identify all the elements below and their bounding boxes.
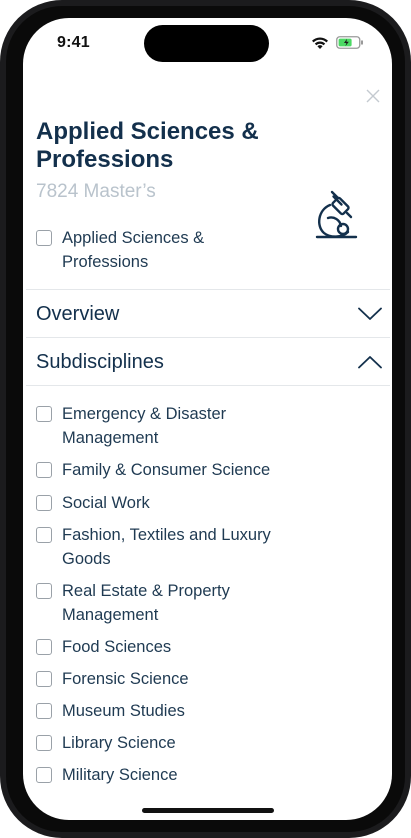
subdiscipline-label: Forensic Science: [62, 670, 189, 688]
subdiscipline-label: Food Sciences: [62, 638, 172, 656]
subdiscipline-item[interactable]: Library Science: [36, 731, 316, 755]
status-bar: 9:41: [23, 18, 392, 70]
divider: [26, 289, 390, 290]
subdisciplines-label: Subdisciplines: [36, 350, 164, 373]
chevron-up-icon: [358, 356, 382, 369]
subdiscipline-item[interactable]: Museum Studies: [36, 699, 316, 723]
screen: 9:41 Applied Sciences & Professions 7824…: [23, 18, 392, 820]
subdiscipline-item[interactable]: Real Estate & Property Management: [36, 579, 316, 627]
page-title: Applied Sciences & Professions: [36, 118, 259, 173]
divider: [26, 337, 390, 338]
divider: [26, 385, 390, 386]
subdiscipline-checkbox[interactable]: [36, 639, 52, 655]
subdiscipline-label: Real Estate & Property Management: [62, 582, 230, 624]
close-icon[interactable]: [365, 88, 381, 104]
microscope-icon: [315, 190, 358, 239]
subdiscipline-label: Museum Studies: [62, 702, 185, 720]
chevron-down-icon: [358, 307, 382, 320]
subdiscipline-label: Fashion, Textiles and Luxury Goods: [62, 526, 271, 568]
overview-toggle[interactable]: Overview: [36, 291, 382, 337]
subdiscipline-item[interactable]: Forensic Science: [36, 667, 316, 691]
subdiscipline-item[interactable]: Emergency & Disaster Management: [36, 402, 316, 450]
subdiscipline-item[interactable]: Social Work: [36, 491, 316, 515]
subdiscipline-label: Military Science: [62, 766, 178, 784]
subdiscipline-checkbox[interactable]: [36, 735, 52, 751]
select-all-row[interactable]: Applied Sciences & Professions: [36, 226, 276, 274]
subdiscipline-checkbox[interactable]: [36, 527, 52, 543]
subdiscipline-label: Emergency & Disaster Management: [62, 405, 227, 447]
subdiscipline-item[interactable]: Family & Consumer Science: [36, 458, 316, 482]
subdiscipline-item[interactable]: Military Science: [36, 763, 316, 787]
dynamic-island: [144, 25, 269, 62]
subdiscipline-label: Family & Consumer Science: [62, 461, 271, 479]
subdiscipline-checkbox[interactable]: [36, 767, 52, 783]
subdiscipline-label: Library Science: [62, 734, 176, 752]
program-count: 7824 Master’s: [36, 181, 156, 202]
select-all-checkbox[interactable]: [36, 230, 52, 246]
subdiscipline-checkbox[interactable]: [36, 583, 52, 599]
subdiscipline-checkbox[interactable]: [36, 495, 52, 511]
subdisciplines-toggle[interactable]: Subdisciplines: [36, 339, 382, 385]
status-time: 9:41: [57, 34, 90, 51]
subdiscipline-checkbox[interactable]: [36, 462, 52, 478]
subdiscipline-checkbox[interactable]: [36, 406, 52, 422]
subdiscipline-checkbox[interactable]: [36, 703, 52, 719]
select-all-label: Applied Sciences & Professions: [62, 229, 205, 271]
overview-label: Overview: [36, 302, 120, 325]
home-indicator[interactable]: [142, 808, 274, 813]
subdiscipline-item[interactable]: Fashion, Textiles and Luxury Goods: [36, 523, 316, 571]
subdiscipline-label: Social Work: [62, 494, 150, 512]
wifi-icon: [312, 37, 328, 49]
subdisciplines-list: Emergency & Disaster Management Family &…: [36, 402, 316, 798]
subdiscipline-item[interactable]: Food Sciences: [36, 635, 316, 659]
subdiscipline-checkbox[interactable]: [36, 671, 52, 687]
battery-icon: [336, 36, 363, 49]
